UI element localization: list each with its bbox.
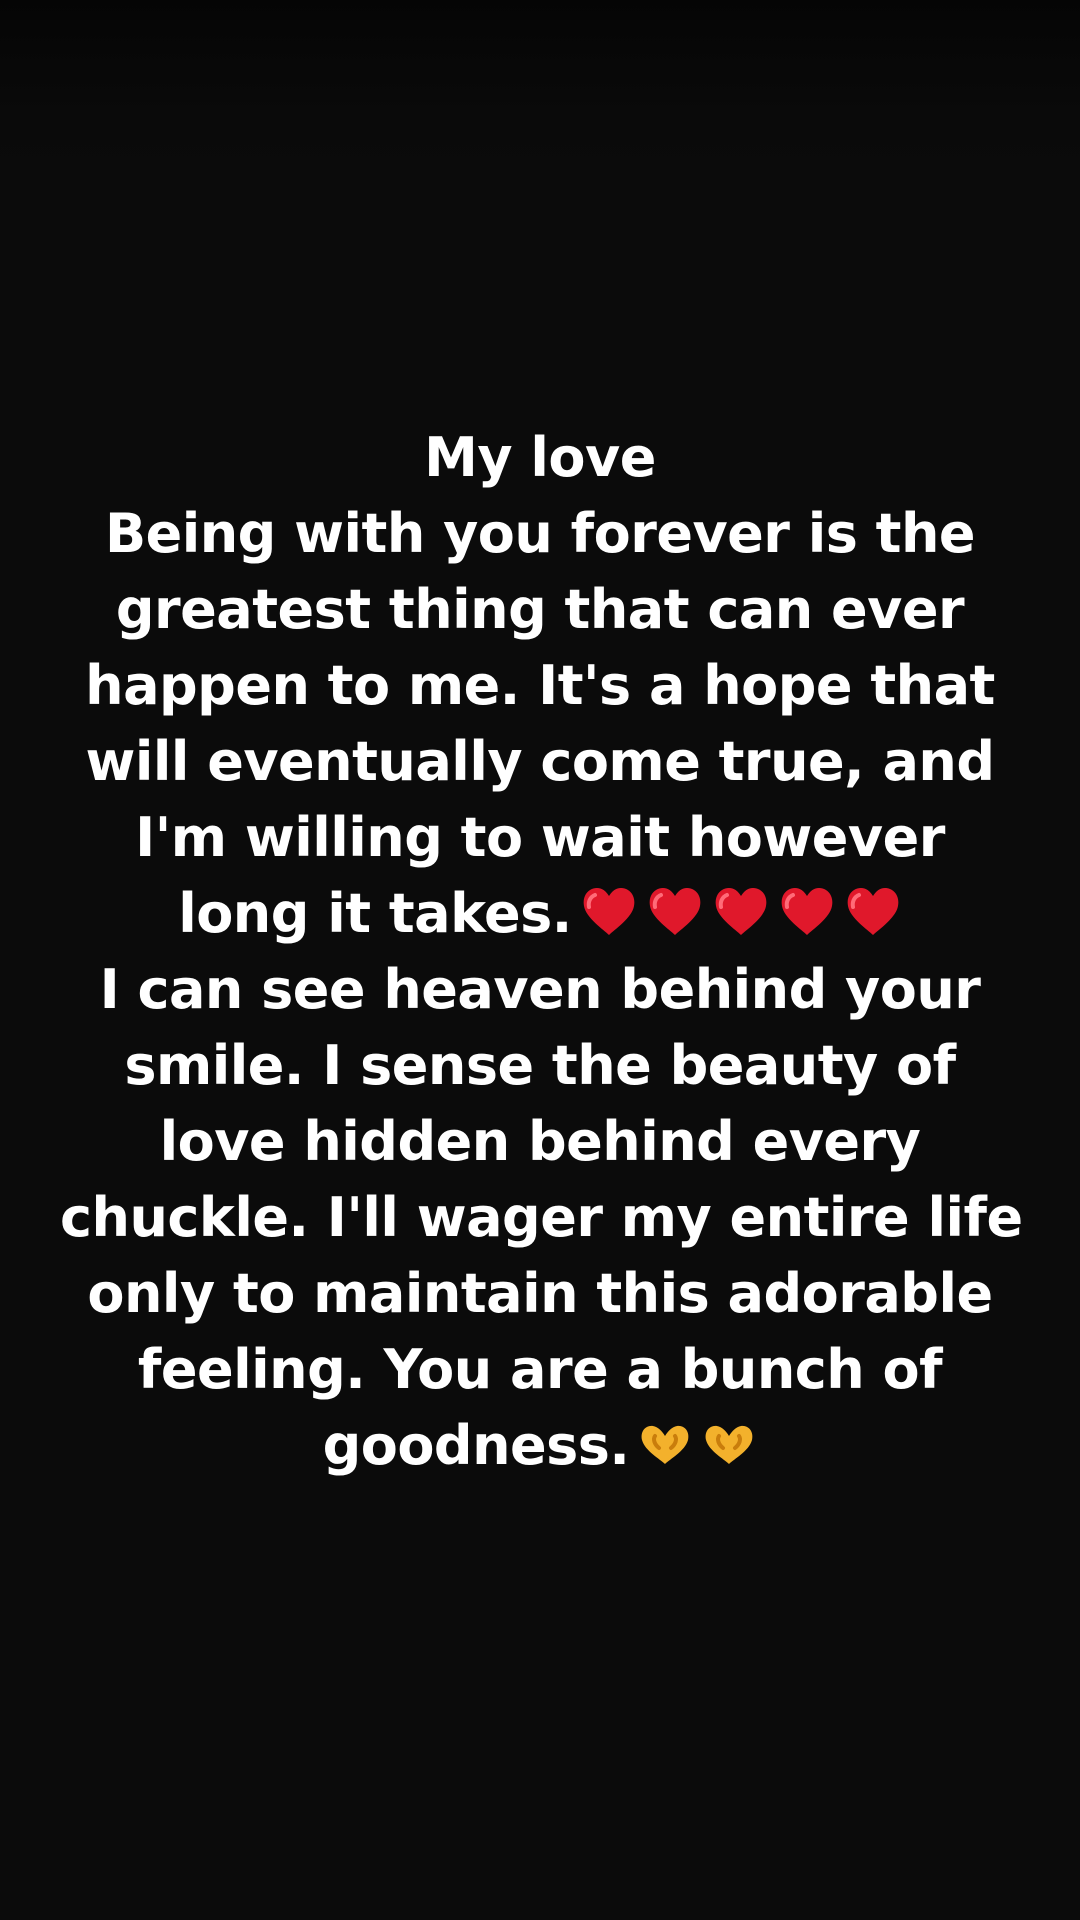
- message-line: feeling. You are a bunch of: [137, 1338, 943, 1401]
- message-line: greatest thing that can ever: [115, 578, 965, 641]
- red-heart-icon: [649, 888, 701, 935]
- red-heart-icon: [715, 888, 767, 935]
- message-line: will eventually come true, and: [85, 730, 996, 793]
- message-line-with-heart-hands: goodness.: [60, 1408, 1020, 1484]
- message-line-with-hearts: long it takes.: [60, 876, 1020, 952]
- message-text: My love Being with you forever is the gr…: [60, 420, 1023, 1484]
- heart-hands-row: [629, 1408, 757, 1484]
- message-line: Being with you forever is the: [104, 502, 976, 565]
- red-heart-icon: [583, 888, 635, 935]
- red-heart-icon: [781, 888, 833, 935]
- message-line: I'm willing to wait however: [135, 806, 945, 869]
- hearts-row: [572, 876, 902, 952]
- message-line: goodness.: [322, 1414, 630, 1477]
- message-line: only to maintain this adorable: [87, 1262, 993, 1325]
- message-line: long it takes.: [178, 882, 572, 945]
- message-line: smile. I sense the beauty of: [124, 1034, 956, 1097]
- message-line: chuckle. I'll wager my entire life: [60, 1186, 1023, 1249]
- heart-hands-icon: [642, 1425, 689, 1464]
- red-heart-icon: [847, 888, 899, 935]
- message-line: My love: [424, 426, 656, 489]
- message-line: happen to me. It's a hope that: [85, 654, 995, 717]
- message-line: I can see heaven behind your: [99, 958, 981, 1021]
- heart-hands-icon: [706, 1425, 753, 1464]
- top-shadow: [0, 0, 1080, 170]
- message-line: love hidden behind every: [159, 1110, 921, 1173]
